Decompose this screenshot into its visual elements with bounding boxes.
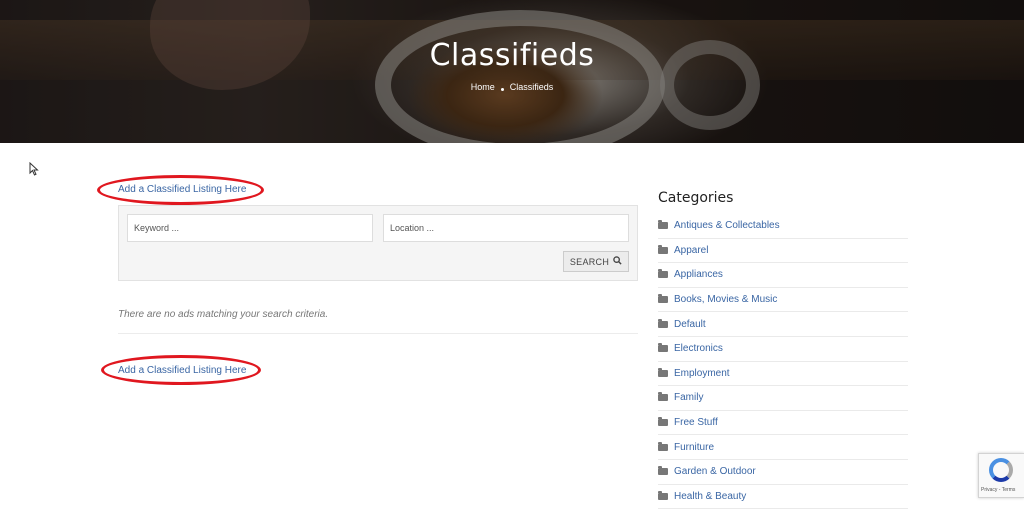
folder-icon [658,367,668,377]
category-item[interactable]: Apparel [658,239,908,264]
folder-icon [658,441,668,451]
hero-banner: Classifieds Home Classifieds [0,0,1024,143]
category-item[interactable]: Family [658,386,908,411]
category-link[interactable]: Employment [674,368,730,379]
category-link[interactable]: Apparel [674,245,708,256]
breadcrumb-home-link[interactable]: Home [471,82,495,92]
search-icon [613,256,622,267]
no-results-message: There are no ads matching your search cr… [118,309,329,320]
category-item[interactable]: Antiques & Collectables [658,214,908,239]
search-button[interactable]: SEARCH [563,251,629,272]
categories-sidebar: Categories Antiques & Collectables Appare… [658,190,908,509]
folder-icon [658,392,668,402]
breadcrumb-separator [500,88,504,92]
category-item[interactable]: Employment [658,362,908,387]
category-item[interactable]: Books, Movies & Music [658,288,908,313]
category-link[interactable]: Free Stuff [674,417,718,428]
category-item[interactable]: Electronics [658,337,908,362]
folder-icon [658,466,668,476]
category-link[interactable]: Health & Beauty [674,491,746,502]
folder-icon [658,417,668,427]
category-link[interactable]: Books, Movies & Music [674,294,777,305]
search-form: Keyword ... Location ... SEARCH [118,205,638,281]
folder-icon [658,244,668,254]
search-button-label: SEARCH [569,256,610,267]
add-listing-link-top[interactable]: Add a Classified Listing Here [118,184,246,195]
category-link[interactable]: Garden & Outdoor [674,466,756,477]
category-item[interactable]: Garden & Outdoor [658,460,908,485]
mouse-cursor-icon [29,161,39,179]
category-item[interactable]: Default [658,312,908,337]
add-listing-link-bottom[interactable]: Add a Classified Listing Here [118,365,246,376]
categories-list: Antiques & Collectables Apparel Appliances… [658,214,908,509]
folder-icon [658,294,668,304]
categories-heading: Categories [658,190,734,206]
category-link[interactable]: Furniture [674,442,714,453]
recaptcha-logo-icon [989,458,1013,482]
category-link[interactable]: Default [674,319,706,330]
breadcrumb: Home Classifieds [0,82,1024,92]
page-title: Classifieds [429,38,595,73]
category-link[interactable]: Appliances [674,269,723,280]
category-item[interactable]: Appliances [658,263,908,288]
category-link[interactable]: Antiques & Collectables [674,220,780,231]
category-link[interactable]: Family [674,392,703,403]
category-item[interactable]: Health & Beauty [658,485,908,509]
folder-icon [658,318,668,328]
folder-icon [658,343,668,353]
recaptcha-badge[interactable]: Privacy - Terms [978,453,1024,498]
folder-icon [658,269,668,279]
divider [118,333,638,334]
category-item[interactable]: Furniture [658,435,908,460]
category-link[interactable]: Electronics [674,343,723,354]
recaptcha-terms[interactable]: Privacy - Terms [981,487,1015,493]
folder-icon [658,490,668,500]
breadcrumb-current: Classifieds [509,82,554,92]
keyword-input[interactable]: Keyword ... [127,214,373,242]
folder-icon [658,220,668,230]
location-input[interactable]: Location ... [383,214,629,242]
category-item[interactable]: Free Stuff [658,411,908,436]
